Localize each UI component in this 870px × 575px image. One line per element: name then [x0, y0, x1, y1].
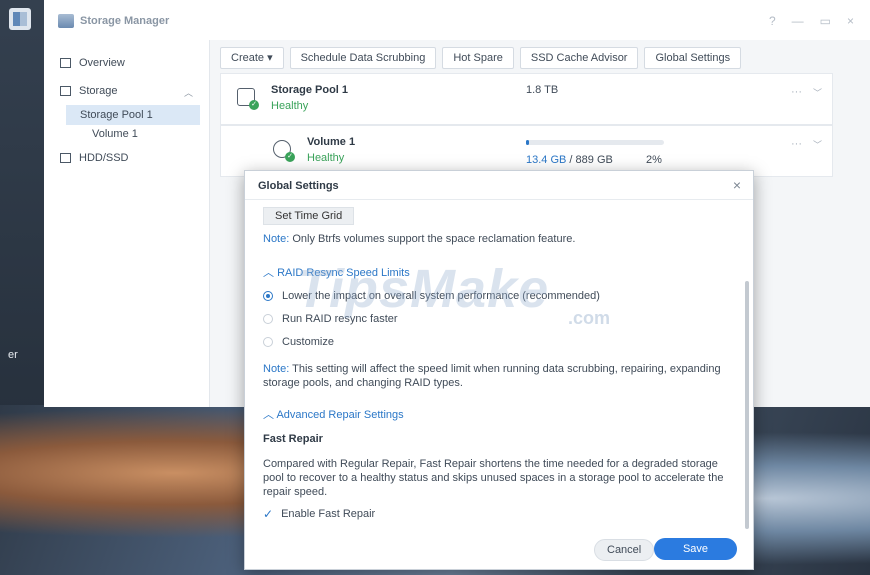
storage-icon — [60, 86, 71, 96]
radio-unselected-icon — [263, 314, 273, 324]
desktop-label: er — [8, 349, 18, 361]
chevron-down-icon[interactable]: ﹀ — [813, 138, 822, 151]
volume-usage-text: 13.4 GB / 889 GB — [526, 154, 613, 166]
more-options-icon[interactable]: ··· — [791, 138, 802, 150]
help-icon[interactable]: ? — [769, 14, 776, 28]
storage-manager-icon — [58, 14, 74, 28]
hdd-icon — [60, 153, 71, 163]
enable-fast-repair-checkbox[interactable]: ✓ Enable Fast Repair — [263, 507, 375, 521]
radio-run-faster[interactable]: Run RAID resync faster — [263, 313, 398, 325]
pool-name: Storage Pool 1 — [271, 84, 349, 96]
global-settings-button[interactable]: Global Settings — [644, 47, 742, 69]
chevron-down-icon[interactable]: ﹀ — [813, 86, 822, 99]
overview-icon — [60, 58, 71, 68]
volume-usage-bar — [526, 140, 664, 145]
main-menu-icon[interactable] — [9, 8, 31, 30]
radio-label: Run RAID resync faster — [282, 313, 398, 325]
checkbox-label: Enable Fast Repair — [281, 508, 376, 520]
cancel-button[interactable]: Cancel — [594, 539, 655, 561]
window-controls: ? — ▭ × — [769, 14, 854, 28]
pool-size: 1.8 TB — [526, 84, 559, 96]
chevron-up-icon: ︿ — [263, 267, 274, 279]
radio-label: Lower the impact on overall system perfo… — [282, 290, 600, 302]
chevron-up-icon[interactable]: ︿ — [184, 86, 193, 99]
sidebar-item-volume-1[interactable]: Volume 1 — [92, 128, 138, 140]
titlebar: Storage Manager ? — ▭ × — [44, 0, 870, 40]
schedule-data-scrubbing-button[interactable]: Schedule Data Scrubbing — [289, 47, 437, 69]
volume-total: 889 GB — [575, 154, 613, 166]
dialog-header: Global Settings × — [245, 171, 753, 200]
pool-status: Healthy — [271, 100, 309, 112]
sidebar-item-hdd-ssd[interactable]: HDD/SSD — [60, 152, 129, 164]
window-title: Storage Manager — [80, 15, 170, 27]
radio-label: Customize — [282, 336, 334, 348]
raid-resync-section-toggle[interactable]: ︿ RAID Resync Speed Limits — [263, 264, 410, 280]
radio-customize[interactable]: Customize — [263, 336, 334, 348]
dialog-scrollbar[interactable] — [745, 281, 749, 529]
sidebar-item-label: HDD/SSD — [79, 152, 129, 164]
healthy-check-icon: ✓ — [285, 152, 295, 162]
volume-name: Volume 1 — [307, 136, 356, 148]
radio-lower-impact[interactable]: Lower the impact on overall system perfo… — [263, 290, 600, 302]
chevron-up-icon: ︿ — [263, 409, 274, 421]
volume-status: Healthy — [307, 152, 345, 164]
section-title: RAID Resync Speed Limits — [277, 267, 410, 279]
set-time-grid-button[interactable]: Set Time Grid — [263, 207, 355, 225]
radio-selected-icon — [263, 291, 273, 301]
checkmark-icon: ✓ — [263, 507, 274, 521]
raid-speed-note: Note: This setting will affect the speed… — [263, 362, 733, 390]
save-button[interactable]: Save — [654, 538, 737, 560]
close-icon[interactable]: × — [733, 177, 741, 193]
close-icon[interactable]: × — [847, 14, 854, 28]
note-label: Note: — [263, 233, 290, 245]
sidebar-item-storage[interactable]: Storage — [60, 85, 118, 97]
hot-spare-button[interactable]: Hot Spare — [442, 47, 514, 69]
healthy-check-icon: ✓ — [249, 100, 259, 110]
volume-used: 13.4 GB — [526, 154, 567, 166]
toolbar: Create ▾ Schedule Data Scrubbing Hot Spa… — [220, 47, 742, 69]
usage-separator: / — [566, 154, 576, 166]
radio-unselected-icon — [263, 337, 273, 347]
minimize-icon[interactable]: — — [792, 14, 804, 28]
note-text: Only Btrfs volumes support the space rec… — [289, 233, 576, 245]
dialog-footer: Cancel Save — [245, 533, 753, 569]
fast-repair-heading: Fast Repair — [263, 433, 323, 445]
sidebar-item-overview[interactable]: Overview — [60, 57, 125, 69]
ssd-cache-advisor-button[interactable]: SSD Cache Advisor — [519, 47, 639, 69]
btrfs-note: Note: Only Btrfs volumes support the spa… — [263, 232, 733, 246]
fast-repair-description: Compared with Regular Repair, Fast Repai… — [263, 458, 724, 498]
note-label: Note: — [263, 363, 290, 375]
sidebar: Overview Storage ︿ Storage Pool 1 Volume… — [44, 40, 209, 407]
more-options-icon[interactable]: ··· — [791, 86, 802, 98]
maximize-icon[interactable]: ▭ — [820, 14, 831, 28]
volume-usage-fill — [526, 140, 529, 145]
sidebar-item-label: Overview — [79, 57, 125, 69]
section-title: Advanced Repair Settings — [276, 409, 404, 421]
advanced-repair-section-toggle[interactable]: ︿ Advanced Repair Settings — [263, 406, 404, 422]
dialog-title: Global Settings — [258, 180, 339, 192]
volume-usage-percent: 2% — [646, 154, 662, 166]
sidebar-item-label: Storage — [79, 85, 118, 97]
sidebar-item-storage-pool-1[interactable]: Storage Pool 1 — [66, 105, 200, 125]
create-button[interactable]: Create ▾ — [220, 47, 284, 69]
storage-pool-row[interactable]: ✓ Storage Pool 1 Healthy 1.8 TB ··· ﹀ — [220, 73, 833, 125]
global-settings-dialog: Global Settings × Set Time Grid Note: On… — [244, 170, 754, 570]
note-text: This setting will affect the speed limit… — [263, 363, 721, 389]
